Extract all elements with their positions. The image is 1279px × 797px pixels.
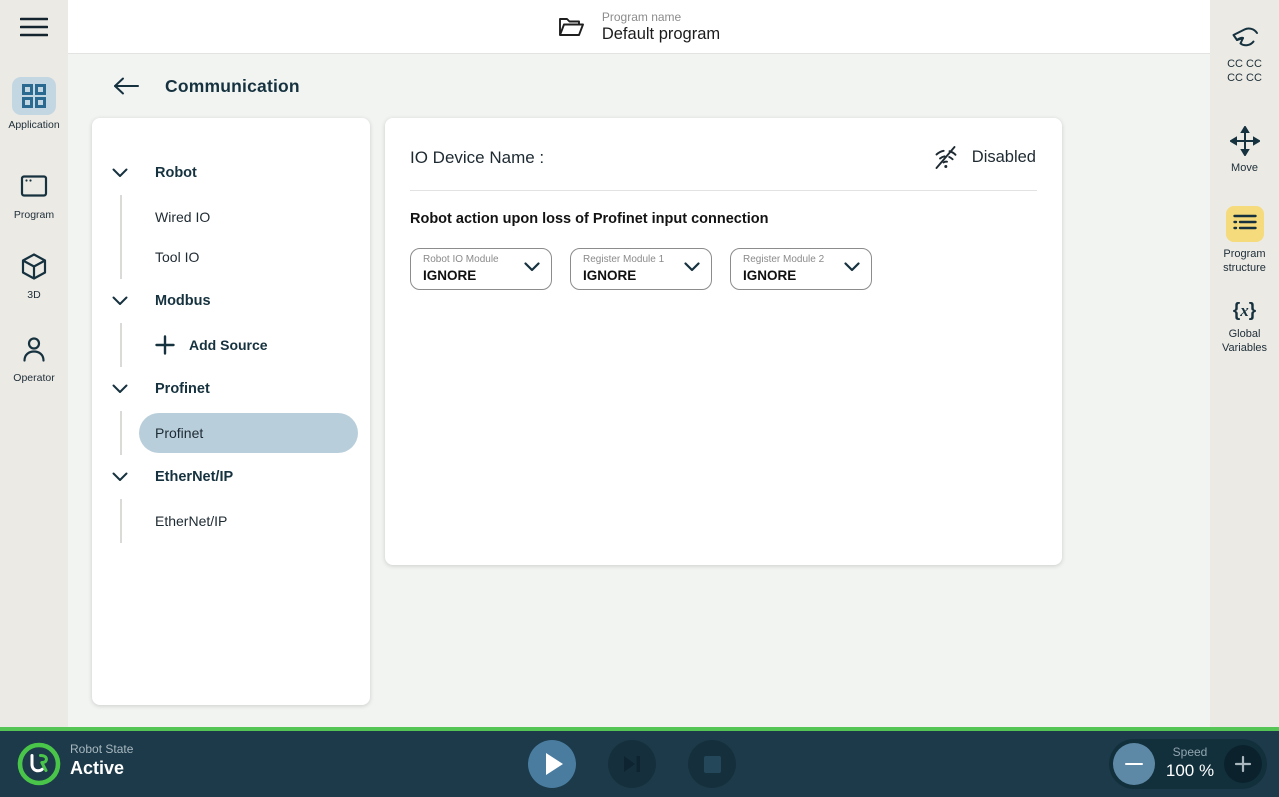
skip-next-icon (622, 755, 642, 773)
hand-pointer-icon (1229, 24, 1261, 52)
tree-item-wired-io[interactable]: Wired IO (122, 197, 370, 237)
status-text: Disabled (972, 148, 1036, 167)
hamburger-icon (20, 15, 48, 39)
tree-item-ethernet-ip[interactable]: EtherNet/IP (122, 501, 370, 541)
minus-icon (1125, 763, 1143, 766)
robot-state-value: Active (70, 758, 133, 779)
main-content: Communication Robot Wired IO Tool IO Mod… (68, 54, 1210, 727)
dropdown-value: IGNORE (583, 268, 677, 283)
right-sidebar: CC CC CC CC Move Program structure (1210, 0, 1279, 727)
program-window-icon (20, 174, 48, 198)
operator-person-icon (20, 335, 48, 363)
tree-group-robot[interactable]: Robot (92, 151, 370, 195)
sidebar-item-label: CC CC CC CC (1219, 58, 1271, 86)
stop-button[interactable] (688, 740, 736, 788)
grid-icon (21, 83, 47, 109)
program-structure-active-highlight (1226, 206, 1264, 242)
speed-increase-button[interactable] (1224, 745, 1262, 783)
variables-icon: {x} (1233, 300, 1256, 322)
dropdown-value: IGNORE (423, 268, 517, 283)
tree-group-label: Modbus (155, 293, 211, 309)
tree-item-profinet-selected[interactable]: Profinet (139, 413, 358, 453)
dropdown-label: Register Module 1 (583, 254, 677, 266)
sidebar-item-label: Global Variables (1219, 328, 1271, 356)
sidebar-item-global-variables[interactable]: {x} Global Variables (1210, 300, 1279, 356)
back-button[interactable] (112, 72, 140, 100)
play-button[interactable] (528, 740, 576, 788)
tree-group-ethernet-ip[interactable]: EtherNet/IP (92, 455, 370, 499)
move-arrows-icon (1230, 126, 1260, 156)
section-title: Robot action upon loss of Profinet input… (410, 211, 1037, 227)
chevron-down-icon (684, 262, 700, 272)
stop-icon (704, 756, 721, 773)
chevron-down-icon (112, 296, 128, 306)
chevron-down-icon (844, 262, 860, 272)
sidebar-item-operator[interactable]: Operator (0, 330, 68, 385)
dropdown-value: IGNORE (743, 268, 837, 283)
register-module-2-dropdown[interactable]: Register Module 2 IGNORE (730, 248, 872, 290)
speed-decrease-button[interactable] (1113, 743, 1155, 785)
step-button[interactable] (608, 740, 656, 788)
sidebar-item-label: Program structure (1219, 248, 1271, 276)
sidebar-item-program-structure[interactable]: Program structure (1210, 206, 1279, 276)
speed-label: Speed (1159, 745, 1221, 759)
plus-icon (1234, 755, 1252, 773)
communication-tree-panel: Robot Wired IO Tool IO Modbus (92, 118, 370, 705)
top-bar: Program name Default program (68, 0, 1210, 54)
tree-group-label: Robot (155, 165, 197, 181)
dropdown-label: Robot IO Module (423, 254, 517, 266)
sidebar-item-3d[interactable]: 3D (0, 247, 68, 302)
sidebar-item-hand-guide[interactable]: CC CC CC CC (1210, 24, 1279, 86)
program-name-value: Default program (602, 25, 720, 44)
footer-bar: Robot State Active Speed 100 % (0, 727, 1279, 797)
program-name-block[interactable]: Program name Default program (558, 10, 720, 44)
play-icon (546, 753, 563, 775)
chevron-down-icon (112, 168, 128, 178)
speed-value: 100 % (1159, 761, 1221, 781)
sidebar-item-label: Application (8, 119, 59, 132)
connection-status: Disabled (932, 145, 1036, 170)
robot-state-label: Robot State (70, 742, 133, 756)
hamburger-menu-button[interactable] (20, 15, 48, 39)
list-icon (1233, 214, 1257, 234)
add-source-button[interactable]: Add Source (122, 325, 370, 365)
sidebar-item-move[interactable]: Move (1210, 126, 1279, 176)
dropdown-label: Register Module 2 (743, 254, 837, 266)
tree-group-profinet[interactable]: Profinet (92, 367, 370, 411)
application-active-highlight (12, 77, 56, 115)
plus-icon (155, 335, 175, 355)
robot-state-block: Robot State Active (70, 742, 133, 779)
sidebar-item-label: 3D (27, 289, 40, 302)
transport-controls (528, 740, 736, 788)
page-header: Communication (68, 54, 1210, 118)
chevron-down-icon (112, 384, 128, 394)
io-device-name-label: IO Device Name : (410, 148, 544, 168)
register-module-1-dropdown[interactable]: Register Module 1 IGNORE (570, 248, 712, 290)
ur-logo (16, 741, 62, 787)
sidebar-item-label: Operator (13, 372, 54, 385)
speed-control: Speed 100 % (1109, 739, 1267, 789)
program-name-label: Program name (602, 10, 720, 24)
chevron-down-icon (524, 262, 540, 272)
sidebar-item-label: Move (1219, 162, 1271, 176)
sidebar-item-label: Program (14, 209, 54, 222)
sidebar-item-program[interactable]: Program (0, 167, 68, 222)
arrow-left-icon (113, 77, 139, 95)
left-sidebar: Application Program 3D (0, 0, 68, 727)
add-source-label: Add Source (189, 337, 268, 353)
profinet-settings-panel: IO Device Name : Disabled (385, 118, 1062, 565)
cube-3d-icon (20, 252, 48, 281)
tree-group-modbus[interactable]: Modbus (92, 279, 370, 323)
page-title: Communication (165, 76, 300, 97)
sidebar-item-application[interactable]: Application (0, 77, 68, 132)
tree-group-label: EtherNet/IP (155, 469, 233, 485)
tree-item-tool-io[interactable]: Tool IO (122, 237, 370, 277)
robot-io-module-dropdown[interactable]: Robot IO Module IGNORE (410, 248, 552, 290)
wifi-off-icon (932, 145, 959, 170)
tree-group-label: Profinet (155, 381, 210, 397)
folder-icon (558, 16, 584, 38)
chevron-down-icon (112, 472, 128, 482)
